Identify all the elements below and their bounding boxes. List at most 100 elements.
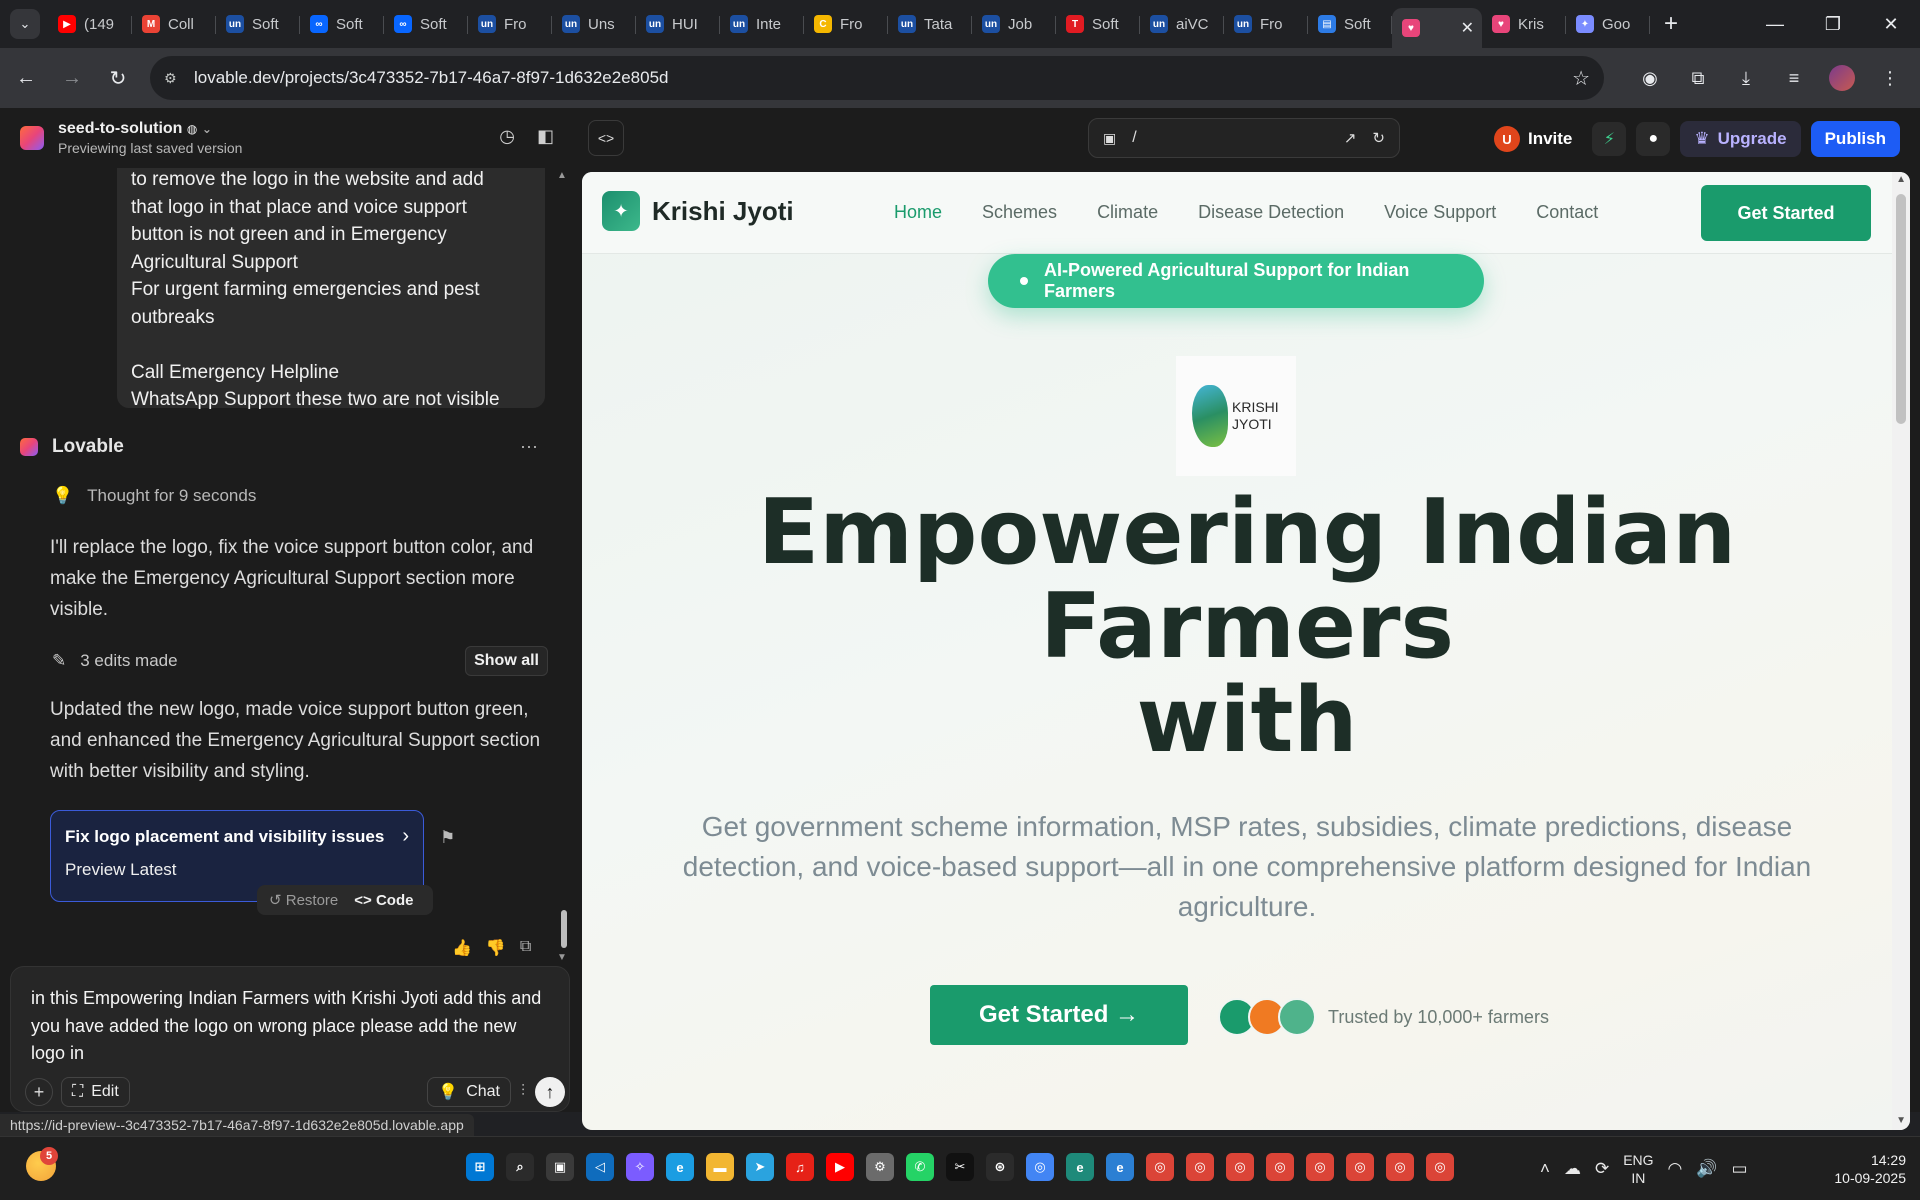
code-view-button[interactable]: <> (588, 120, 624, 156)
browser-tab[interactable]: un HUI (636, 6, 720, 42)
bookmark-icon[interactable]: ⚑ (440, 828, 455, 848)
browser-tab[interactable]: un aiVC (1140, 6, 1224, 42)
browser-tab[interactable]: un Tata (888, 6, 972, 42)
sync-icon[interactable]: ⟳ (1595, 1159, 1609, 1179)
project-name[interactable]: seed-to-solution (58, 120, 182, 137)
edge-dev-icon[interactable]: e (1066, 1153, 1094, 1181)
browser-tab[interactable]: un Inte (720, 6, 804, 42)
edit-mode-button[interactable]: ⛶ Edit (61, 1077, 130, 1107)
browser-tab[interactable]: M Coll (132, 6, 216, 42)
preview-path[interactable]: / (1132, 129, 1136, 147)
address-bar[interactable]: ⚙ lovable.dev/projects/3c473352-7b17-46a… (150, 56, 1604, 100)
sidebar-toggle-icon[interactable]: ◧ (537, 126, 554, 147)
site-nav-climate[interactable]: Climate (1097, 202, 1158, 223)
chatgpt-icon[interactable]: ⊛ (986, 1153, 1014, 1181)
browser-tab[interactable]: un Job (972, 6, 1056, 42)
chrome-profile-8-icon[interactable]: ◎ (1426, 1153, 1454, 1181)
chrome-profile-6-icon[interactable]: ◎ (1346, 1153, 1374, 1181)
reload-icon[interactable]: ↻ (98, 58, 138, 98)
site-brand[interactable]: Krishi Jyoti (652, 196, 794, 227)
restore-button[interactable]: ↺ Restore (269, 891, 338, 909)
extension-icon[interactable]: ◉ (1630, 58, 1670, 98)
site-nav-schemes[interactable]: Schemes (982, 202, 1057, 223)
extensions-puzzle-icon[interactable]: ⧉ (1678, 58, 1718, 98)
browser-tab[interactable]: ♥ ✕ (1392, 8, 1482, 48)
bookmark-star-icon[interactable]: ☆ (1572, 66, 1590, 91)
chrome-profile-5-icon[interactable]: ◎ (1306, 1153, 1334, 1181)
volume-icon[interactable]: 🔊 (1696, 1159, 1717, 1179)
browser-tab[interactable]: ✦ Goo (1566, 6, 1650, 42)
tab-search-button[interactable]: ⌄ (10, 9, 40, 39)
back-icon[interactable]: ← (6, 58, 46, 98)
chevron-up-icon[interactable]: ˄ (1540, 1159, 1550, 1179)
copy-icon[interactable]: ⧉ (520, 938, 531, 958)
site-nav-contact[interactable]: Contact (1536, 202, 1598, 223)
scroll-down-icon[interactable]: ▼ (1896, 1115, 1906, 1126)
address-url[interactable]: lovable.dev/projects/3c473352-7b17-46a7-… (194, 68, 668, 88)
clock[interactable]: 14:29 10-09-2025 (1818, 1151, 1906, 1187)
browser-tab[interactable]: ∞ Soft (300, 6, 384, 42)
preview-latest-link[interactable]: Preview Latest (65, 860, 409, 880)
chat-input-box[interactable]: in this Empowering Indian Farmers with K… (10, 966, 570, 1112)
chrome-profile-2-icon[interactable]: ◎ (1186, 1153, 1214, 1181)
krishi-logo-icon[interactable]: ✦ (602, 191, 640, 231)
chrome-profile-1-icon[interactable]: ◎ (1146, 1153, 1174, 1181)
capcut-icon[interactable]: ✂ (946, 1153, 974, 1181)
close-tab-icon[interactable]: ✕ (1461, 18, 1474, 38)
site-nav-home[interactable]: Home (894, 202, 942, 223)
forward-icon[interactable]: → (52, 58, 92, 98)
youtube-icon[interactable]: ▶ (826, 1153, 854, 1181)
onedrive-icon[interactable]: ☁ (1564, 1159, 1581, 1179)
supabase-icon[interactable]: ⚡ (1592, 122, 1627, 156)
browser-tab[interactable]: C Fro (804, 6, 888, 42)
show-all-button[interactable]: Show all (465, 646, 548, 676)
chat-scrollbar[interactable] (561, 910, 567, 948)
chrome-profile-3-icon[interactable]: ◎ (1226, 1153, 1254, 1181)
scroll-up-icon[interactable]: ▲ (1896, 174, 1906, 185)
browser-tab[interactable]: ▶ (149 (48, 6, 132, 42)
whatsapp-icon[interactable]: ✆ (906, 1153, 934, 1181)
language-indicator[interactable]: ENG IN (1623, 1151, 1653, 1187)
open-external-icon[interactable]: ↗ (1344, 129, 1357, 147)
browser-tab[interactable]: un Fro (1224, 6, 1308, 42)
attach-plus-icon[interactable]: + (25, 1078, 53, 1106)
thumbs-up-icon[interactable]: 👍 (452, 938, 472, 958)
profile-avatar[interactable] (1829, 65, 1855, 91)
restore-icon[interactable]: ❐ (1804, 0, 1862, 48)
thumbs-down-icon[interactable]: 👎 (486, 938, 506, 958)
chevron-right-icon[interactable]: › (402, 825, 409, 848)
thought-toggle[interactable]: 💡 Thought for 9 seconds (52, 486, 256, 506)
chrome-menu-icon[interactable]: ⋮ (1870, 58, 1910, 98)
chevron-down-icon[interactable]: ⌄ (202, 122, 212, 136)
browser-tab[interactable]: T Soft (1056, 6, 1140, 42)
project-switcher[interactable]: seed-to-solution ◍ ⌄ Previewing last sav… (58, 120, 242, 156)
scroll-down-icon[interactable]: ▼ (557, 952, 567, 963)
telegram-icon[interactable]: ➤ (746, 1153, 774, 1181)
preview-scrollbar[interactable]: ▲ ▼ (1892, 172, 1910, 1130)
chat-mode-button[interactable]: 💡 Chat (427, 1077, 511, 1107)
nav-get-started-button[interactable]: Get Started (1701, 185, 1871, 241)
invite-button[interactable]: U Invite (1490, 122, 1582, 156)
browser-tab[interactable]: ∞ Soft (384, 6, 468, 42)
message-menu-icon[interactable]: ··· (520, 436, 538, 457)
file-explorer-icon[interactable]: ▬ (706, 1153, 734, 1181)
preview-route-bar[interactable]: ▣ / ↗ ↻ (1088, 118, 1400, 158)
upgrade-button[interactable]: ♛ Upgrade (1680, 121, 1801, 157)
send-button[interactable]: ↑ (535, 1077, 565, 1107)
chrome-icon[interactable]: ◎ (1026, 1153, 1054, 1181)
browser-tab[interactable]: ▤ Soft (1308, 6, 1392, 42)
chrome-profile-7-icon[interactable]: ◎ (1386, 1153, 1414, 1181)
github-icon[interactable]: ● (1636, 122, 1671, 156)
copilot-icon[interactable]: ✧ (626, 1153, 654, 1181)
browser-tab[interactable]: un Fro (468, 6, 552, 42)
scroll-thumb[interactable] (1896, 194, 1906, 424)
publish-button[interactable]: Publish (1810, 121, 1900, 157)
battery-icon[interactable]: ▭ (1732, 1159, 1748, 1179)
download-icon[interactable]: ⤓ (1726, 58, 1766, 98)
browser-tab[interactable]: un Soft (216, 6, 300, 42)
task-view-icon[interactable]: ▣ (546, 1153, 574, 1181)
history-icon[interactable]: ◷ (499, 126, 515, 147)
windows-start-icon[interactable]: ⊞ (466, 1153, 494, 1181)
code-button[interactable]: <> Code (354, 892, 413, 909)
chat-input[interactable]: in this Empowering Indian Farmers with K… (31, 985, 551, 1068)
